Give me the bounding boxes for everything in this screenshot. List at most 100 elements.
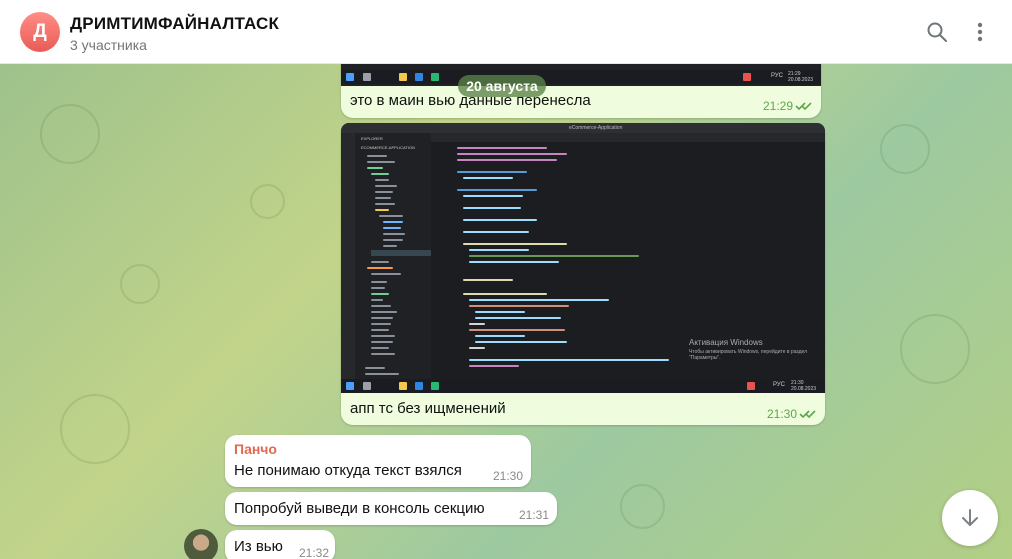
tree-item	[371, 273, 401, 275]
code-line	[463, 293, 547, 295]
sender-name[interactable]: Панчо	[234, 441, 277, 457]
code-line	[463, 195, 523, 197]
edge-icon	[431, 73, 439, 81]
message-screenshot[interactable]: РУС 21:29 20.08.2023	[341, 62, 821, 86]
message-bubble-outgoing[interactable]: РУС 21:29 20.08.2023 это в маин вью данны…	[341, 62, 821, 118]
tree-item	[365, 367, 385, 369]
screenshot-taskbar: РУС 21:30 20.08.2023	[341, 379, 825, 393]
tree-item	[371, 173, 389, 175]
search-taskbar-icon	[363, 73, 371, 81]
code-line	[463, 207, 521, 209]
tree-item	[371, 347, 389, 349]
tree-item-selected	[371, 250, 431, 256]
tree-item	[371, 341, 393, 343]
windows-start-icon	[346, 382, 354, 390]
tree-item	[371, 329, 389, 331]
message-text: Не понимаю откуда текст взялся	[234, 462, 462, 479]
vscode-icon	[415, 382, 423, 390]
code-line	[475, 317, 561, 319]
background-doodle	[880, 124, 930, 174]
tree-item	[371, 261, 389, 263]
project-name: ECOMMERCE-APPLICATION	[361, 145, 415, 150]
search-taskbar-icon	[363, 382, 371, 390]
taskbar-lang: РУС	[771, 73, 784, 79]
code-line	[475, 311, 525, 313]
screenshot-taskbar: РУС 21:29 20.08.2023	[341, 70, 821, 84]
windows-start-icon	[346, 73, 354, 81]
message-bubble-incoming[interactable]: Попробуй выведи в консоль секцию 21:31	[225, 492, 557, 525]
chat-header: Д ДРИМТИМФАЙНАЛТАСК 3 участника	[0, 0, 1012, 64]
message-bubble-incoming[interactable]: Панчо Не понимаю откуда текст взялся 21:…	[225, 435, 531, 487]
code-line	[469, 305, 569, 307]
vscode-titlebar: eCommerce-Application	[341, 123, 825, 133]
code-line	[469, 255, 639, 257]
more-vertical-icon	[977, 22, 983, 42]
scroll-to-bottom-button[interactable]	[942, 490, 998, 546]
message-bubble-incoming[interactable]: Из вью 21:32	[225, 530, 335, 559]
message-time: 21:30	[766, 407, 797, 421]
code-line	[469, 299, 609, 301]
explorer-title: EXPLORER	[361, 136, 383, 141]
code-line	[469, 261, 559, 263]
message-screenshot[interactable]: eCommerce-Application EXPLORER ECOMMERCE…	[341, 123, 825, 393]
tree-item	[383, 221, 403, 223]
tray-icon	[747, 382, 755, 390]
tree-item	[375, 191, 393, 193]
tree-item	[375, 197, 391, 199]
message-text: апп тс без ищменений	[350, 400, 506, 417]
message-time: 21:29	[762, 99, 793, 113]
code-line	[469, 359, 669, 361]
code-line	[475, 335, 525, 337]
tree-item	[375, 179, 389, 181]
code-line	[463, 177, 513, 179]
message-bubble-outgoing[interactable]: eCommerce-Application EXPLORER ECOMMERCE…	[341, 123, 825, 425]
tree-item	[379, 215, 403, 217]
tree-item	[371, 317, 393, 319]
vscode-editor: Активация Windows Чтобы активировать Win…	[431, 133, 825, 379]
code-line	[463, 243, 567, 245]
code-line	[457, 159, 557, 161]
code-line	[469, 365, 519, 367]
edge-icon	[431, 382, 439, 390]
tree-item	[367, 267, 393, 269]
chat-avatar[interactable]: Д	[20, 12, 60, 52]
tree-item	[367, 155, 387, 157]
taskbar-clock: 21:30 20.08.2023	[791, 380, 817, 392]
tree-item	[383, 245, 397, 247]
message-time: 21:31	[518, 508, 549, 522]
background-doodle	[40, 104, 100, 164]
background-doodle	[900, 314, 970, 384]
code-line	[463, 231, 529, 233]
tree-item	[375, 203, 395, 205]
more-menu-button[interactable]	[966, 18, 994, 46]
taskbar-clock: 21:29 20.08.2023	[788, 71, 814, 83]
message-time: 21:30	[492, 469, 523, 483]
tree-item	[375, 185, 397, 187]
tree-item	[371, 353, 395, 355]
chat-member-count: 3 участника	[70, 37, 147, 53]
double-check-icon	[795, 102, 812, 111]
tree-item	[371, 281, 387, 283]
chat-title[interactable]: ДРИМТИМФАЙНАЛТАСК	[70, 14, 279, 34]
date-divider: 20 августа	[458, 75, 546, 97]
background-doodle	[620, 484, 665, 529]
search-button[interactable]	[923, 18, 951, 46]
vscode-tabs	[431, 133, 825, 142]
vscode-window-title: eCommerce-Application	[569, 125, 623, 131]
sender-avatar[interactable]	[184, 529, 218, 559]
code-line	[469, 323, 485, 325]
background-doodle	[250, 184, 285, 219]
tray-icon	[743, 73, 751, 81]
tree-item	[371, 311, 397, 313]
search-icon	[927, 22, 947, 42]
vscode-icon	[415, 73, 423, 81]
taskbar-lang: РУС	[773, 382, 786, 388]
code-line	[463, 219, 537, 221]
message-meta: 21:29	[763, 99, 813, 113]
tree-item	[371, 335, 395, 337]
message-text: Из вью	[234, 538, 283, 555]
vscode-activity-bar	[341, 133, 355, 379]
code-line	[469, 249, 529, 251]
tree-item	[371, 299, 383, 301]
tree-item	[383, 239, 403, 241]
